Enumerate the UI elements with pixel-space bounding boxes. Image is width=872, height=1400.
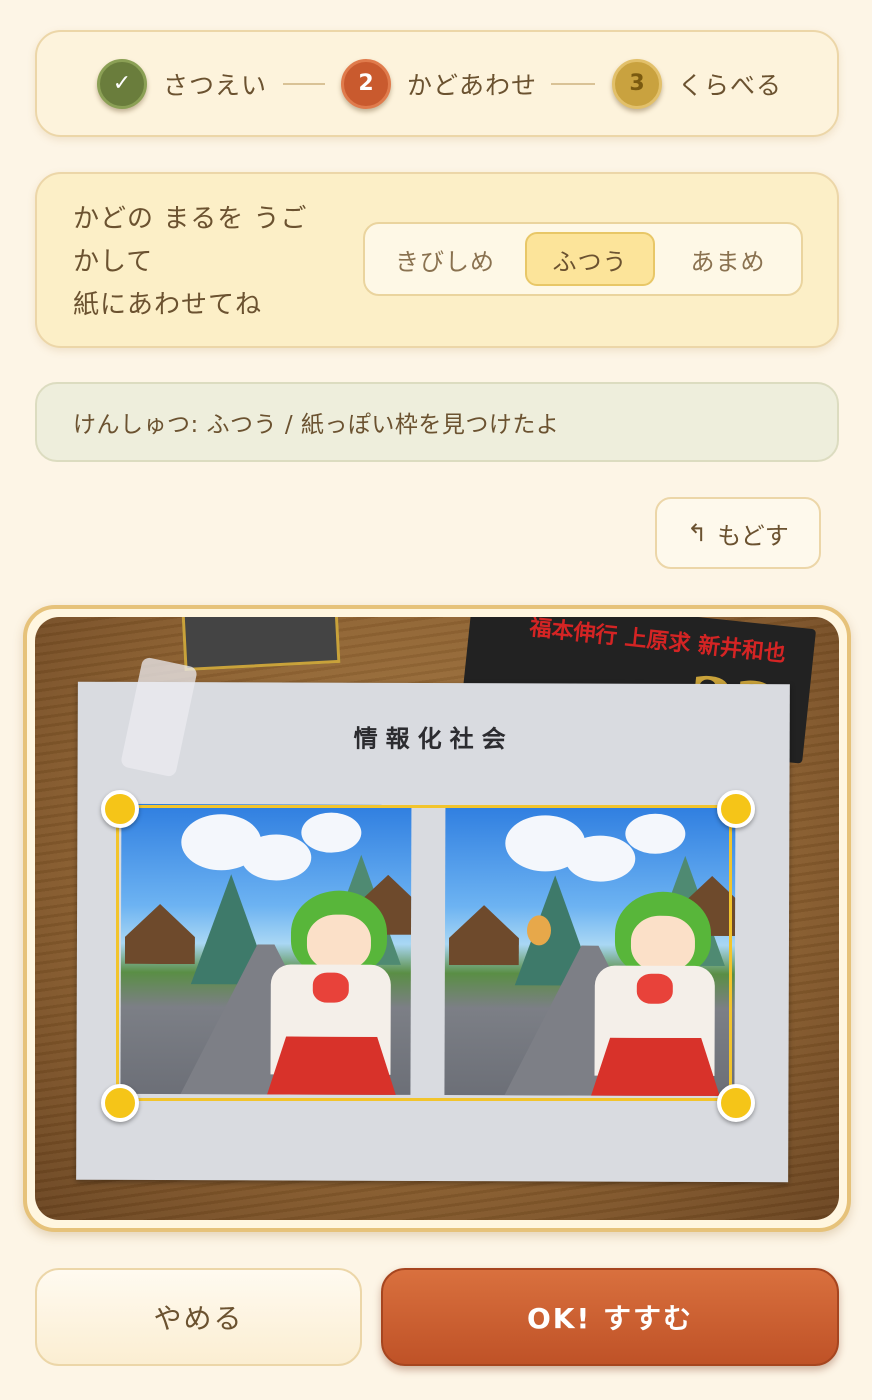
corner-handle-top-right[interactable] (717, 790, 755, 828)
corner-handle-bottom-right[interactable] (717, 1084, 755, 1122)
manga-title: 福本伸行 上原求 新井和也 (528, 617, 787, 668)
step-label-capture: さつえい (163, 70, 268, 100)
instruction-line: 紙にあわせてね (73, 290, 263, 320)
detection-status: けんしゅつ: ふつう / 紙っぽい枠を見つけたよ (35, 382, 839, 462)
step-label-corners: かどあわせ (407, 70, 538, 100)
step-label-compare: くらべる (678, 70, 783, 100)
step-connector (283, 83, 325, 85)
progress-stepper: ✓ さつえい 2 かどあわせ 3 くらべる (35, 30, 839, 137)
corner-handle-bottom-left[interactable] (101, 1084, 139, 1122)
mode-option-strict[interactable]: きびしめ (375, 232, 515, 286)
step-connector (551, 83, 595, 85)
undo-arrow-icon: ↰ (687, 519, 708, 547)
instruction-card: かどの まるを うご かして 紙にあわせてね きびしめ ふつう あまめ (35, 172, 839, 348)
step-number-badge: 2 (341, 58, 391, 109)
corner-handle-top-left[interactable] (101, 790, 139, 828)
step-capture: ✓ さつえい (97, 32, 267, 135)
instruction-line: かして (73, 247, 154, 277)
cancel-button[interactable]: やめる (35, 1268, 362, 1366)
photo-frame: 福本伸行 上原求 新井和也 22 情報化社会 (23, 605, 851, 1232)
mode-option-lenient[interactable]: あまめ (661, 232, 795, 286)
instruction-text: かどの まるを うご かして 紙にあわせてね (73, 198, 343, 327)
undo-label: もどす (717, 521, 789, 550)
mode-option-normal[interactable]: ふつう (525, 232, 655, 286)
detection-mode-selector: きびしめ ふつう あまめ (363, 222, 803, 296)
check-icon: ✓ (97, 58, 147, 109)
step-compare: 3 くらべる (612, 32, 782, 135)
ok-proceed-button[interactable]: OK! すすむ (381, 1268, 839, 1366)
card-object (181, 617, 341, 672)
status-text: けんしゅつ: ふつう / 紙っぽい枠を見つけたよ (73, 412, 560, 438)
corner-selection-outline (116, 805, 732, 1101)
undo-button[interactable]: ↰ もどす (655, 497, 821, 569)
step-corners: 2 かどあわせ (341, 32, 537, 135)
captured-photo: 福本伸行 上原求 新井和也 22 情報化社会 (35, 617, 839, 1220)
instruction-line: かどの まるを うご (73, 204, 308, 234)
step-number-badge: 3 (612, 58, 662, 109)
